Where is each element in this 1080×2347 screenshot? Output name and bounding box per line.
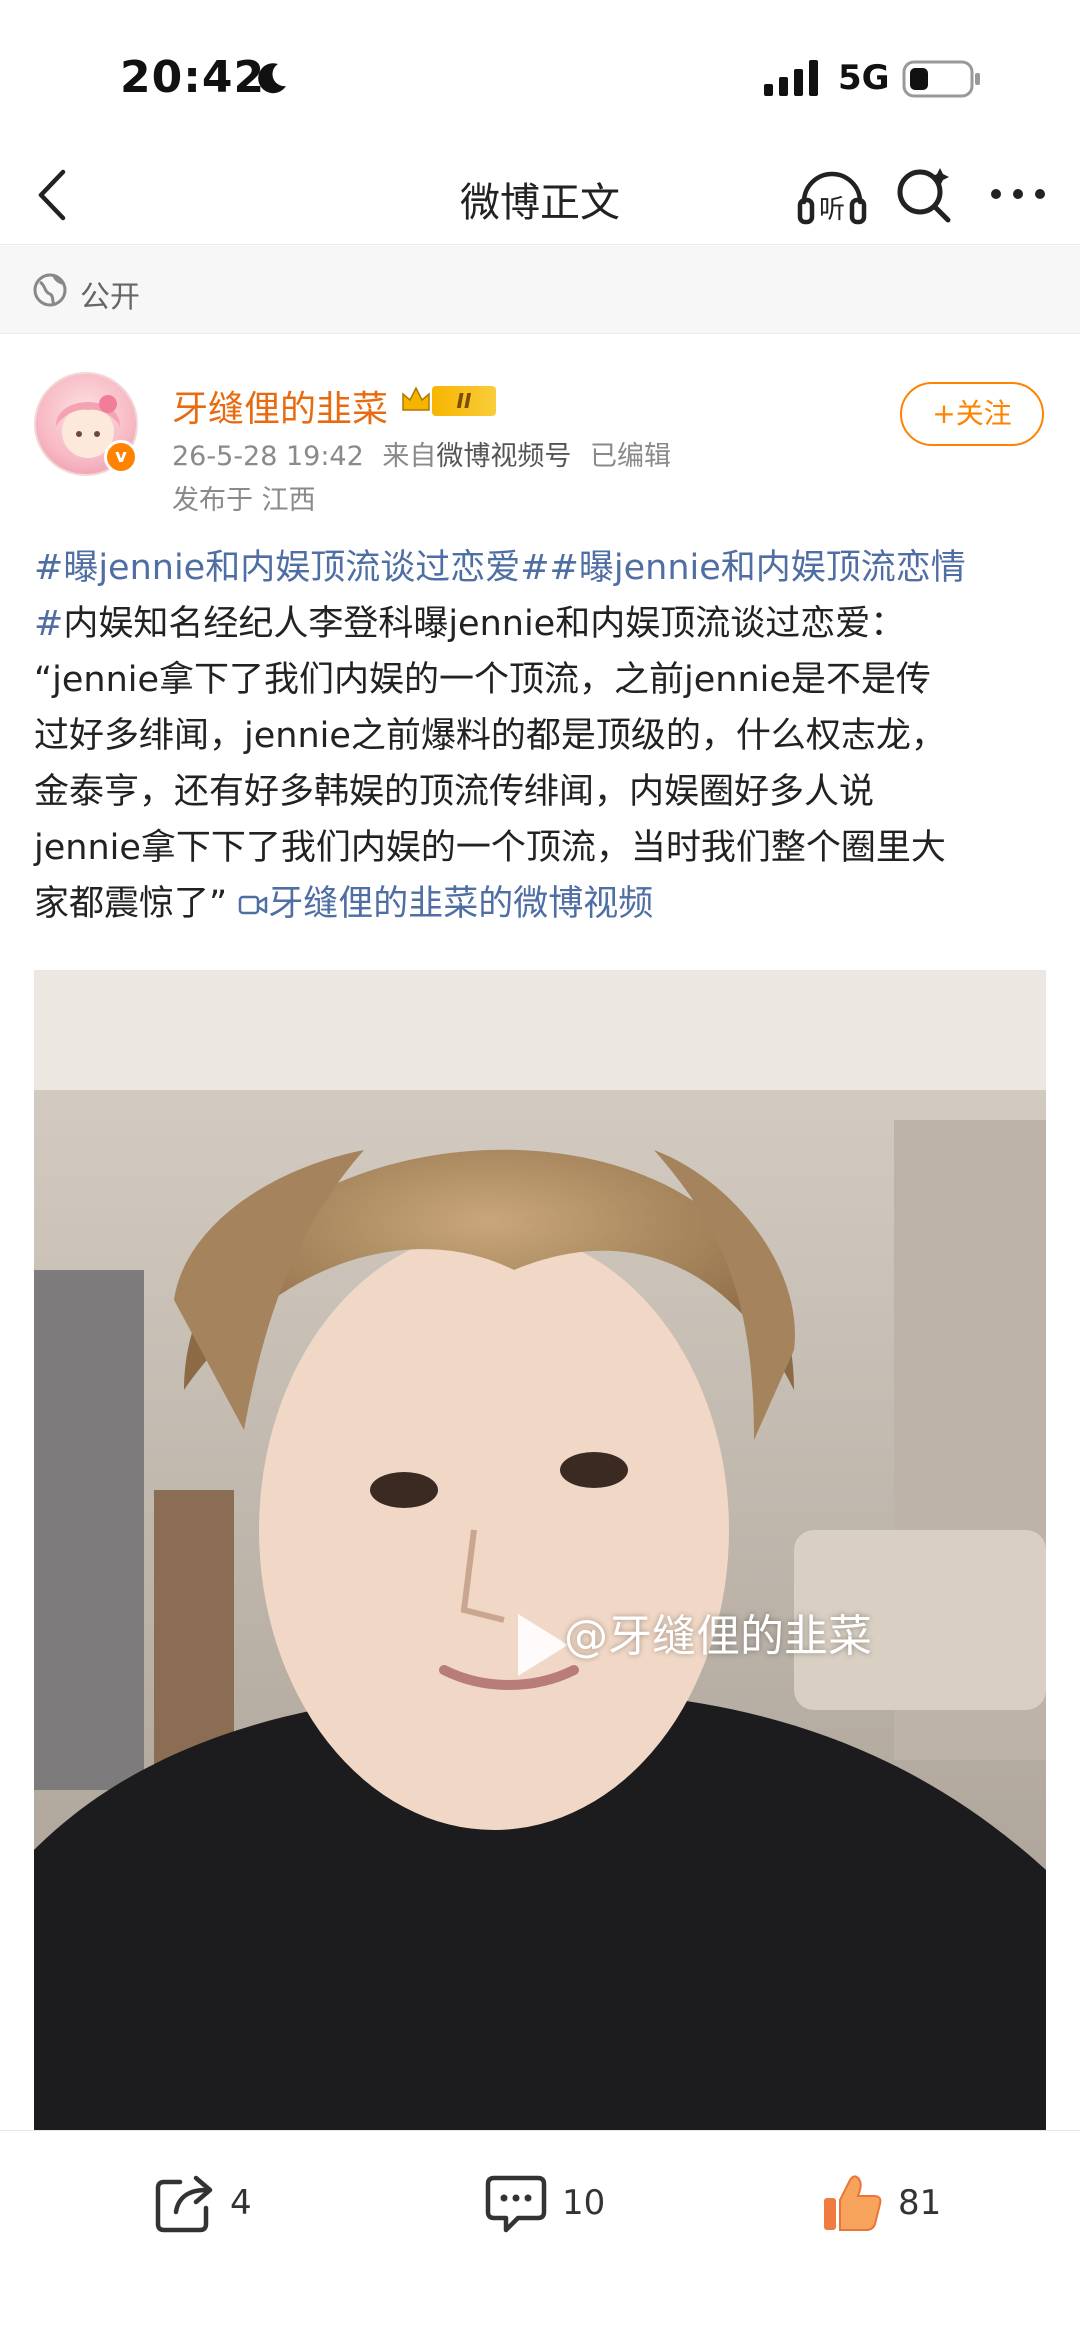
verified-badge-icon: v (104, 440, 138, 474)
post-line-text: 内娱知名经纪人李登科曝jennie和内娱顶流谈过恋爱： (63, 604, 906, 644)
post-line-text: 家都震惊了” (34, 884, 228, 924)
comment-count: 10 (562, 2183, 606, 2223)
video-watermark: @牙缝俚的韭菜 (564, 1611, 872, 1662)
post-text: #曝jennie和内娱顶流谈过恋爱##曝jennie和内娱顶流恋情 #内娱知名经… (34, 540, 1044, 932)
like-button[interactable]: 81 (820, 2163, 941, 2243)
listen-icon[interactable]: 听 (796, 160, 868, 230)
signal-icon (764, 60, 818, 96)
post-line-4: 过好多绯闻，jennie之前爆料的都是顶级的，什么权志龙， (34, 716, 946, 756)
hashtag-link[interactable]: #曝jennie和内娱顶流恋情 (550, 548, 966, 588)
thumbs-up-icon (824, 2175, 882, 2231)
post-line-1: #曝jennie和内娱顶流谈过恋爱##曝jennie和内娱顶流恋情 (34, 540, 1044, 596)
post-line-7: 家都震惊了” 牙缝俚的韭菜的微博视频 (34, 876, 1044, 932)
bottom-toolbar: 4 10 81 (0, 2130, 1080, 2347)
video-thumbnail (34, 970, 1046, 2130)
like-count: 81 (898, 2183, 942, 2223)
post-source[interactable]: 微博视频号 (436, 441, 571, 472)
post-timestamp: 26-5-28 19:42 (172, 441, 364, 472)
edited-label: 已编辑 (589, 441, 671, 472)
svg-text:听: 听 (819, 195, 845, 225)
author-name[interactable]: 牙缝俚的韭菜 (172, 380, 388, 432)
status-bar: 20:42 5G (0, 0, 1080, 150)
nav-bar: 微博正文 听 (0, 150, 1080, 245)
comment-button[interactable]: 10 (484, 2163, 605, 2243)
share-icon (155, 2175, 213, 2233)
more-icon[interactable] (986, 162, 1050, 226)
from-label: 来自 (382, 441, 437, 472)
search-icon[interactable] (892, 162, 956, 226)
post-line-2: #内娱知名经纪人李登科曝jennie和内娱顶流谈过恋爱： (34, 596, 1044, 652)
moon-icon (258, 63, 286, 94)
video-player[interactable]: @牙缝俚的韭菜 (34, 970, 1046, 2130)
share-count: 4 (230, 2183, 252, 2223)
video-link[interactable]: 牙缝俚的韭菜的微博视频 (238, 884, 653, 924)
post-line-3: “jennie拿下了我们内娱的一个顶流，之前jennie是不是传 (34, 660, 931, 700)
visibility-row: 公开 (0, 246, 1080, 334)
network-type: 5G (838, 58, 890, 98)
level-badge: II (432, 386, 496, 416)
visibility-label: 公开 (80, 280, 140, 315)
share-button[interactable]: 4 (154, 2163, 252, 2243)
play-icon[interactable] (512, 1610, 572, 1680)
battery-icon (902, 60, 980, 98)
crown-icon (402, 386, 430, 411)
hashtag-link[interactable]: #曝jennie和内娱顶流谈过恋爱# (34, 548, 550, 588)
video-link-label[interactable]: 牙缝俚的韭菜的微博视频 (268, 884, 653, 924)
post-line-5: 金泰亨，还有好多韩娱的顶流传绯闻，内娱圈好多人说 (34, 772, 875, 812)
post-line-6: jennie拿下下了我们内娱的一个顶流，当时我们整个圈里大 (34, 828, 946, 868)
post-meta: 26-5-28 19:42 来自微博视频号 已编辑 (172, 434, 671, 473)
follow-button[interactable]: +关注 (900, 382, 1044, 446)
hashtag-link-end[interactable]: # (34, 604, 63, 644)
comment-icon (485, 2175, 547, 2233)
globe-icon (33, 273, 67, 307)
post-location: 发布于 江西 (172, 485, 316, 516)
video-camera-icon (239, 895, 268, 915)
status-time: 20:42 (120, 52, 266, 103)
